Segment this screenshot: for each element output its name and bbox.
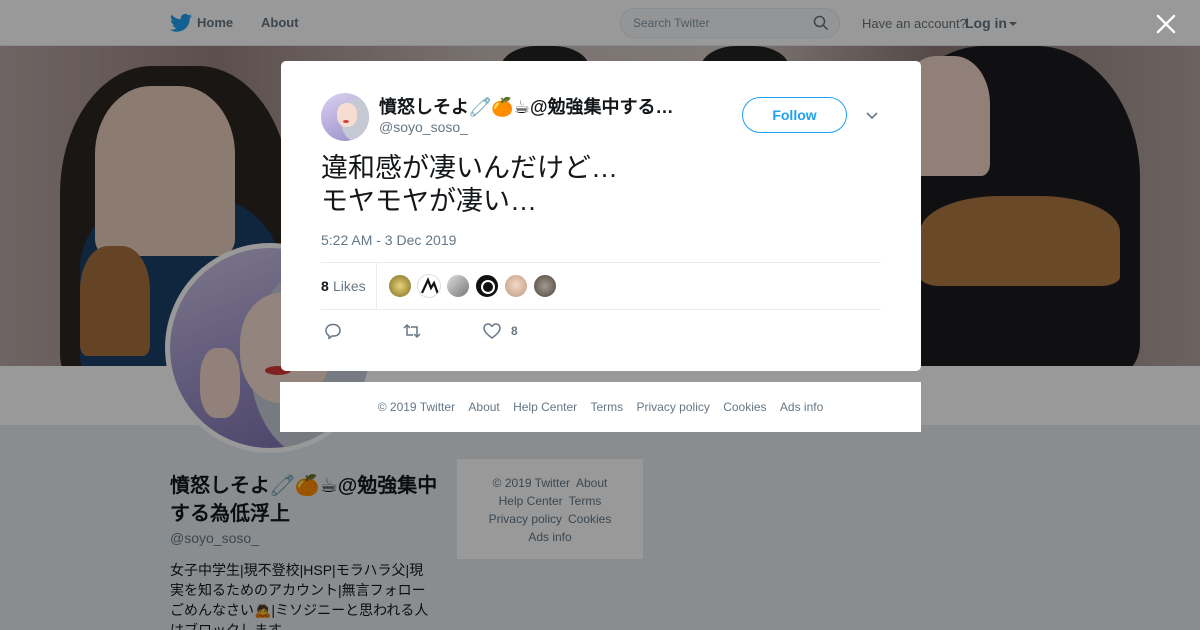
footer-terms-link[interactable]: Terms: [590, 400, 623, 414]
liker-avatar-drawing: [421, 277, 440, 295]
liker-avatar[interactable]: [446, 274, 470, 298]
reply-icon[interactable]: [323, 321, 343, 341]
liker-avatar-badge: [481, 280, 495, 294]
close-icon[interactable]: [1154, 12, 1178, 36]
tweet-author-avatar[interactable]: [321, 93, 369, 141]
footer-privacy-link[interactable]: Privacy policy: [637, 400, 710, 414]
avatar-face: [337, 103, 357, 127]
stats-divider: [376, 263, 377, 309]
tweet-timestamp[interactable]: 5:22 AM - 3 Dec 2019: [321, 232, 456, 248]
retweet-icon[interactable]: [402, 321, 422, 341]
tweet-text: 違和感が凄いんだけど… モヤモヤが凄い…: [321, 153, 618, 216]
tweet-author-handle[interactable]: @soyo_soso_: [379, 119, 468, 135]
liker-avatar[interactable]: [475, 274, 499, 298]
likes-label[interactable]: Likes: [333, 278, 366, 294]
footer-cookies-link[interactable]: Cookies: [723, 400, 766, 414]
liker-avatar[interactable]: [504, 274, 528, 298]
footer-help-link[interactable]: Help Center: [513, 400, 577, 414]
tweet-stats: 8 Likes: [321, 262, 881, 310]
like-count[interactable]: 8: [511, 324, 518, 338]
liker-avatar[interactable]: [388, 274, 412, 298]
modal-footer: © 2019 Twitter About Help Center Terms P…: [280, 382, 921, 432]
chevron-down-icon[interactable]: [864, 107, 880, 123]
tweet-author-name[interactable]: 憤怒しそよ🧷🍊☕@勉強集中する…: [379, 93, 699, 119]
footer-about-link[interactable]: About: [468, 400, 499, 414]
avatar-lips: [343, 120, 349, 123]
footer-copyright: © 2019 Twitter: [377, 400, 456, 414]
follow-button[interactable]: Follow: [742, 97, 847, 133]
liker-avatar[interactable]: [533, 274, 557, 298]
footer-ads-link[interactable]: Ads info: [780, 400, 823, 414]
liker-avatar[interactable]: [417, 274, 441, 298]
likes-count[interactable]: 8: [321, 278, 329, 294]
heart-icon[interactable]: [482, 321, 502, 341]
tweet-actions: 8: [321, 321, 881, 341]
tweet-card: 憤怒しそよ🧷🍊☕@勉強集中する… @soyo_soso_ Follow 違和感が…: [281, 61, 921, 371]
